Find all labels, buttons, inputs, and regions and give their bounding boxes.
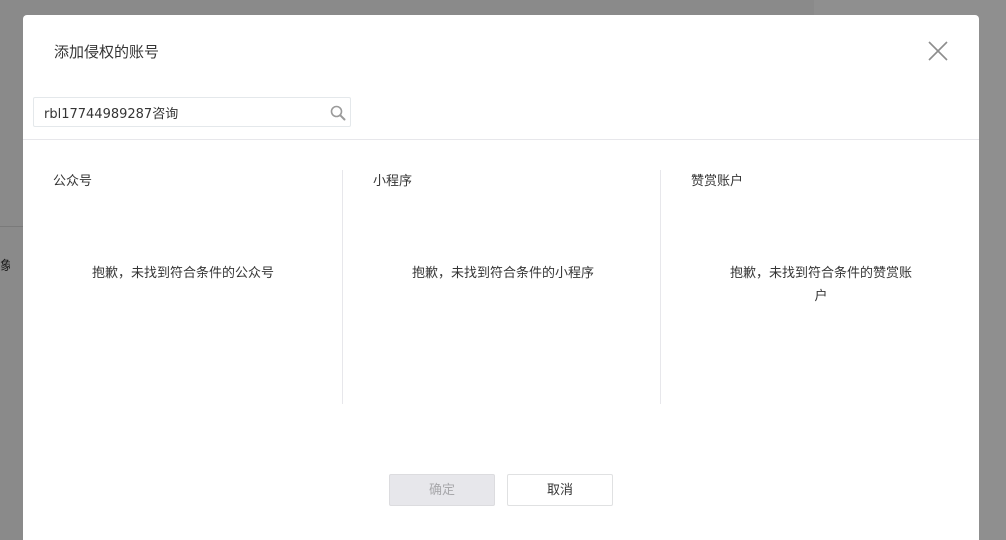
column-reward-account: 赞赏账户 抱歉，未找到符合条件的赞赏账户 — [660, 170, 980, 404]
add-infringing-account-dialog: 添加侵权的账号 公众号 抱歉，未找到符合条件的公众号 小程序 抱歉，未找到符合条… — [23, 15, 979, 540]
search-input[interactable] — [34, 98, 334, 126]
empty-state-text: 抱歉，未找到符合条件的小程序 — [411, 266, 594, 281]
search-icon — [330, 105, 346, 121]
backdrop-partial-text: 象 — [0, 259, 10, 274]
empty-state-text: 抱歉，未找到符合条件的赞赏账户 — [729, 266, 912, 304]
cancel-button[interactable]: 取消 — [507, 474, 613, 506]
column-title: 公众号 — [53, 174, 93, 189]
column-mini-program: 小程序 抱歉，未找到符合条件的小程序 — [342, 170, 661, 404]
dialog-title: 添加侵权的账号 — [54, 43, 160, 61]
close-button[interactable] — [924, 37, 952, 65]
search-box — [33, 97, 351, 127]
empty-state-text: 抱歉，未找到符合条件的公众号 — [91, 266, 274, 281]
section-divider — [23, 139, 979, 140]
column-title: 小程序 — [373, 174, 413, 189]
confirm-button[interactable]: 确定 — [389, 474, 495, 506]
column-title: 赞赏账户 — [691, 174, 744, 189]
search-button[interactable] — [330, 105, 346, 121]
backdrop-divider — [0, 226, 23, 227]
column-official-account: 公众号 抱歉，未找到符合条件的公众号 — [23, 170, 342, 404]
close-icon — [928, 41, 948, 61]
